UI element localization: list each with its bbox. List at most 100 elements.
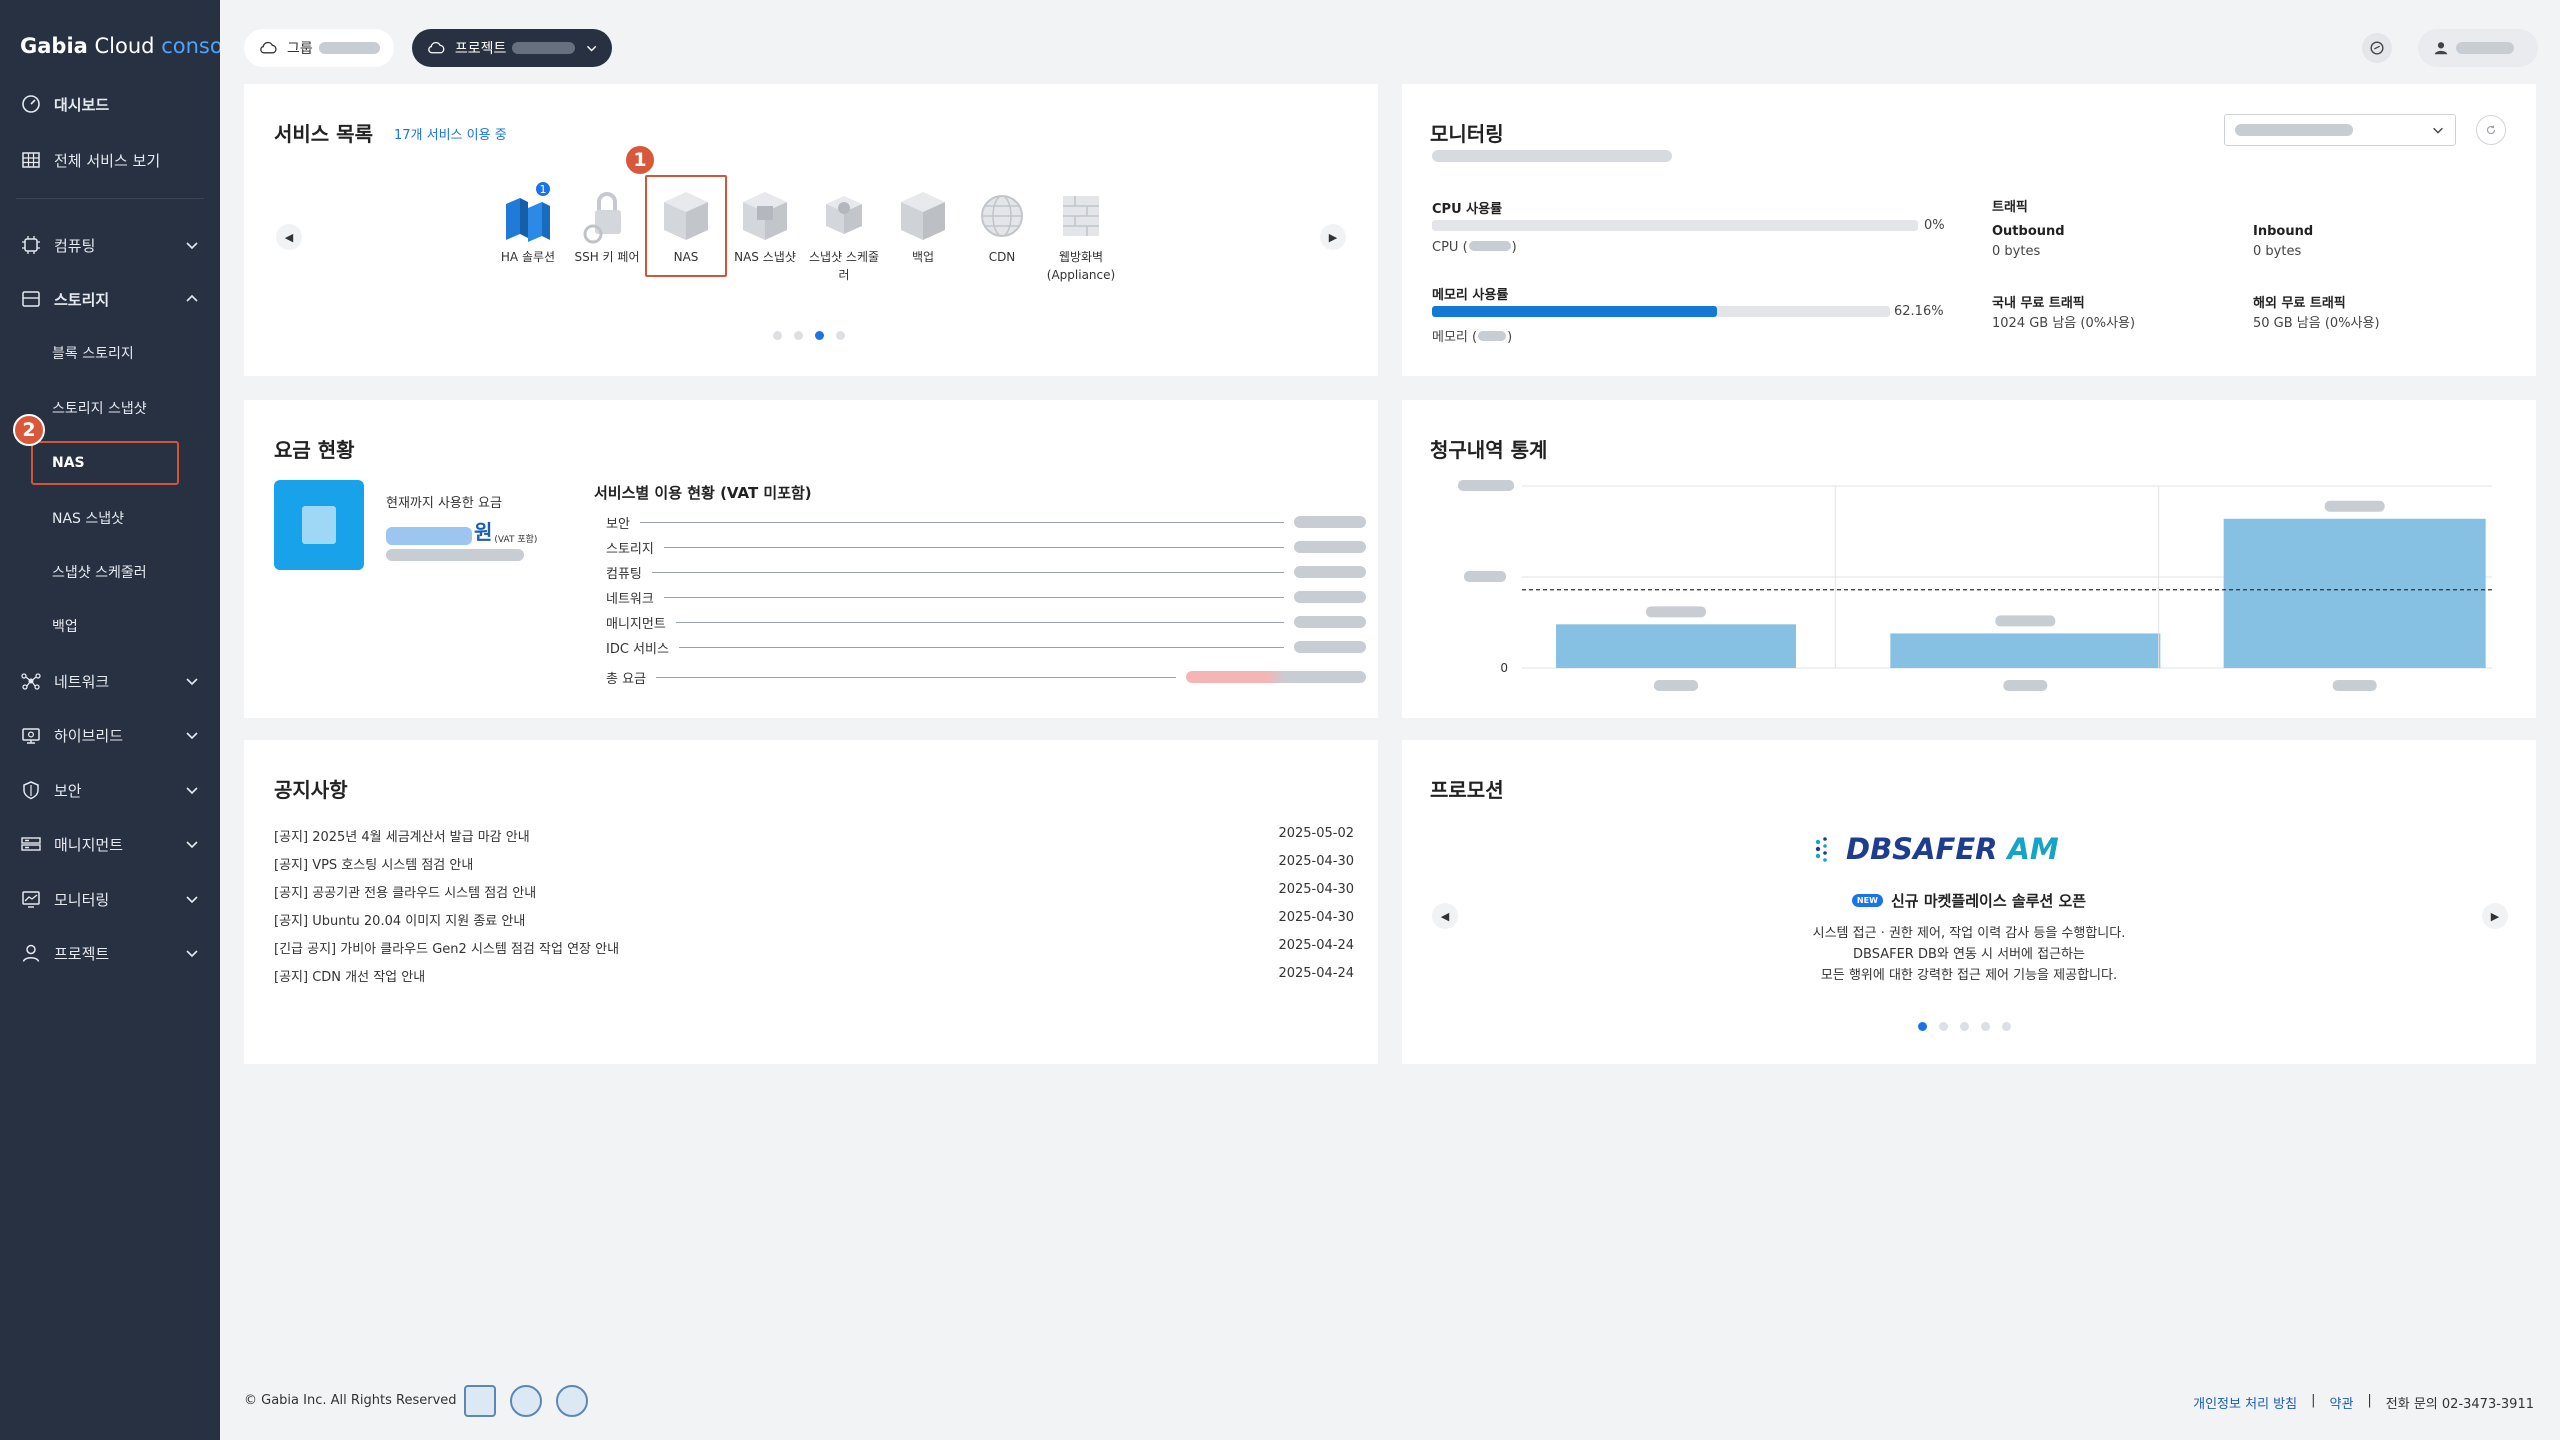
- billing-stats-chart: 0: [1458, 480, 2492, 691]
- pagination-dot[interactable]: [836, 331, 845, 340]
- dashboard-icon: [20, 93, 42, 115]
- service-ha-solution[interactable]: 1 HA 솔루션: [491, 180, 565, 266]
- notice-item[interactable]: [공지] 2025년 4월 세금계산서 발급 마감 안내 2025-05-02: [274, 826, 1354, 848]
- terms-link[interactable]: 약관: [2329, 1393, 2353, 1412]
- sidebar-section-hybrid[interactable]: 하이브리드: [20, 715, 200, 755]
- outbound-label: Outbound: [1992, 224, 2065, 239]
- chat-icon[interactable]: [2362, 33, 2392, 63]
- pagination-dot-active[interactable]: [815, 331, 824, 340]
- promotion-pagination: [1918, 1022, 2011, 1031]
- sidebar-item-dashboard[interactable]: 대시보드: [20, 84, 200, 124]
- user-menu[interactable]: [2418, 29, 2538, 67]
- chart-bar: [1890, 633, 2161, 668]
- sidebar-item-all-services[interactable]: 전체 서비스 보기: [20, 140, 200, 180]
- sidebar-section-security[interactable]: 보안: [20, 770, 200, 810]
- cpu-caption: CPU (): [1432, 240, 1517, 255]
- sidebar-divider: [16, 198, 204, 199]
- breakdown-row: IDC 서비스: [606, 637, 1366, 657]
- cpu-usage-label: CPU 사용률: [1432, 202, 1503, 217]
- footer-links: 개인정보 처리 방침 | 약관 | 전화 문의 02-3473-3911: [2193, 1393, 2534, 1412]
- sidebar-item-nas-snapshot[interactable]: NAS 스냅샷: [52, 498, 200, 538]
- top-bar: 그룹 프로젝트: [220, 0, 2560, 84]
- pagination-dot[interactable]: [1981, 1022, 1990, 1031]
- service-list-card: 서비스 목록 17개 서비스 이용 중 ◀ ▶ 1 HA 솔루션 SSH 키 페…: [244, 84, 1378, 376]
- copyright-text: © Gabia Inc. All Rights Reserved: [244, 1393, 457, 1408]
- nas-service-highlight-box: [645, 175, 727, 277]
- sidebar-section-monitoring[interactable]: 모니터링: [20, 879, 200, 919]
- used-fee-amount: 원 (VAT 포함): [386, 516, 537, 545]
- monitoring-server-select[interactable]: [2224, 114, 2456, 146]
- phone-contact: 전화 문의 02-3473-3911: [2385, 1397, 2534, 1412]
- bar-value-redacted: [2324, 500, 2385, 512]
- service-nas-snapshot[interactable]: NAS 스냅샷: [728, 184, 802, 266]
- service-cdn[interactable]: CDN: [965, 184, 1039, 266]
- dbsafer-logo[interactable]: DBSAFER AM: [1812, 832, 2059, 866]
- sidebar-section-storage[interactable]: 스토리지: [20, 279, 200, 319]
- hybrid-icon: [20, 724, 42, 746]
- pagination-dot[interactable]: [1939, 1022, 1948, 1031]
- privacy-policy-link[interactable]: 개인정보 처리 방침: [2193, 1393, 2297, 1412]
- sidebar-section-computing[interactable]: 컴퓨팅: [20, 225, 200, 265]
- breakdown-row: 컴퓨팅: [606, 562, 1366, 582]
- sidebar-item-storage-snapshot[interactable]: 스토리지 스냅샷: [52, 388, 200, 428]
- service-web-firewall[interactable]: 웹방화벽 (Appliance): [1044, 184, 1118, 284]
- services-next-button[interactable]: ▶: [1320, 224, 1346, 250]
- promotion-headline: NEW 신규 마켓플레이스 솔루션 오픈: [1402, 890, 2536, 911]
- services-prev-button[interactable]: ◀: [276, 224, 302, 250]
- y-tick-label: 0: [1500, 661, 1508, 675]
- billing-icon: [274, 480, 364, 570]
- sidebar-section-project[interactable]: 프로젝트: [20, 933, 200, 973]
- sidebar-item-backup[interactable]: 백업: [52, 606, 200, 646]
- service-count-link[interactable]: 17개 서비스 이용 중: [394, 124, 507, 143]
- project-selector[interactable]: 프로젝트: [412, 29, 612, 67]
- domestic-traffic-value: 1024 GB 남음 (0%사용): [1992, 316, 2136, 331]
- breakdown-row: 네트워크: [606, 587, 1366, 607]
- service-ssh-keypair[interactable]: SSH 키 페어: [570, 184, 644, 266]
- pagination-dot[interactable]: [2002, 1022, 2011, 1031]
- service-backup[interactable]: 백업: [886, 184, 960, 266]
- inbound-value: 0 bytes: [2253, 244, 2302, 259]
- sidebar-item-snapshot-scheduler[interactable]: 스냅샷 스케줄러: [52, 552, 200, 592]
- sidebar-section-management[interactable]: 매니지먼트: [20, 824, 200, 864]
- breakdown-title: 서비스별 이용 현황 (VAT 미포함): [594, 484, 812, 502]
- pagination-dot[interactable]: [794, 331, 803, 340]
- sidebar-section-network[interactable]: 네트워크: [20, 661, 200, 701]
- cloud-icon: [260, 41, 277, 54]
- notice-item[interactable]: [공지] Ubuntu 20.04 이미지 지원 종료 안내 2025-04-30: [274, 910, 1354, 932]
- x-tick-redacted: [1654, 680, 1698, 691]
- refresh-icon[interactable]: [2476, 115, 2506, 145]
- user-icon: [2434, 42, 2448, 55]
- notice-item[interactable]: [공지] VPS 호스팅 시스템 점검 안내 2025-04-30: [274, 854, 1354, 876]
- promotion-prev-button[interactable]: ◀: [1432, 903, 1458, 929]
- pagination-dot-active[interactable]: [1918, 1022, 1927, 1031]
- pagination-dot[interactable]: [773, 331, 782, 340]
- promotion-next-button[interactable]: ▶: [2482, 903, 2508, 929]
- service-snapshot-scheduler[interactable]: 스냅샷 스케줄러: [807, 184, 881, 284]
- chart-bar: [2223, 518, 2486, 668]
- chevron-down-icon: [186, 678, 198, 686]
- notice-item[interactable]: [공지] CDN 개선 작업 안내 2025-04-24: [274, 966, 1354, 988]
- billing-title: 요금 현황: [274, 438, 355, 462]
- chevron-down-icon: [186, 732, 198, 740]
- sidebar-item-block-storage[interactable]: 블록 스토리지: [52, 333, 200, 373]
- notice-item[interactable]: [공지] 공공기관 전용 클라우드 시스템 점검 안내 2025-04-30: [274, 882, 1354, 904]
- project-name-redacted: [512, 42, 575, 54]
- promotion-line: 모든 행위에 대한 강력한 접근 제어 기능을 제공합니다.: [1820, 968, 2118, 983]
- chevron-up-icon: [186, 294, 198, 302]
- certification-seal-icon: [510, 1385, 542, 1417]
- cpu-usage-bar: [1432, 220, 1918, 231]
- pagination-dot[interactable]: [1960, 1022, 1969, 1031]
- notice-item[interactable]: [긴급 공지] 가비아 클라우드 Gen2 시스템 점검 작업 연장 안내 202…: [274, 938, 1354, 960]
- monitoring-target-redacted: [1432, 150, 1672, 162]
- group-selector[interactable]: 그룹: [244, 29, 394, 67]
- y-tick-redacted: [1464, 571, 1506, 582]
- billing-stats-card: 청구내역 통계 0: [1402, 400, 2536, 718]
- firewall-icon: [1051, 184, 1111, 246]
- brand-logo[interactable]: Gabia Cloud console: [20, 34, 241, 58]
- monitoring-title: 모니터링: [1430, 122, 1504, 146]
- memory-usage-percent: 62.16%: [1894, 304, 1944, 319]
- ha-solution-icon: 1: [498, 180, 558, 246]
- ha-solution-badge: 1: [534, 180, 552, 198]
- x-tick-redacted: [2332, 680, 2377, 691]
- notices-card: 공지사항 [공지] 2025년 4월 세금계산서 발급 마감 안내 2025-05…: [244, 740, 1378, 1064]
